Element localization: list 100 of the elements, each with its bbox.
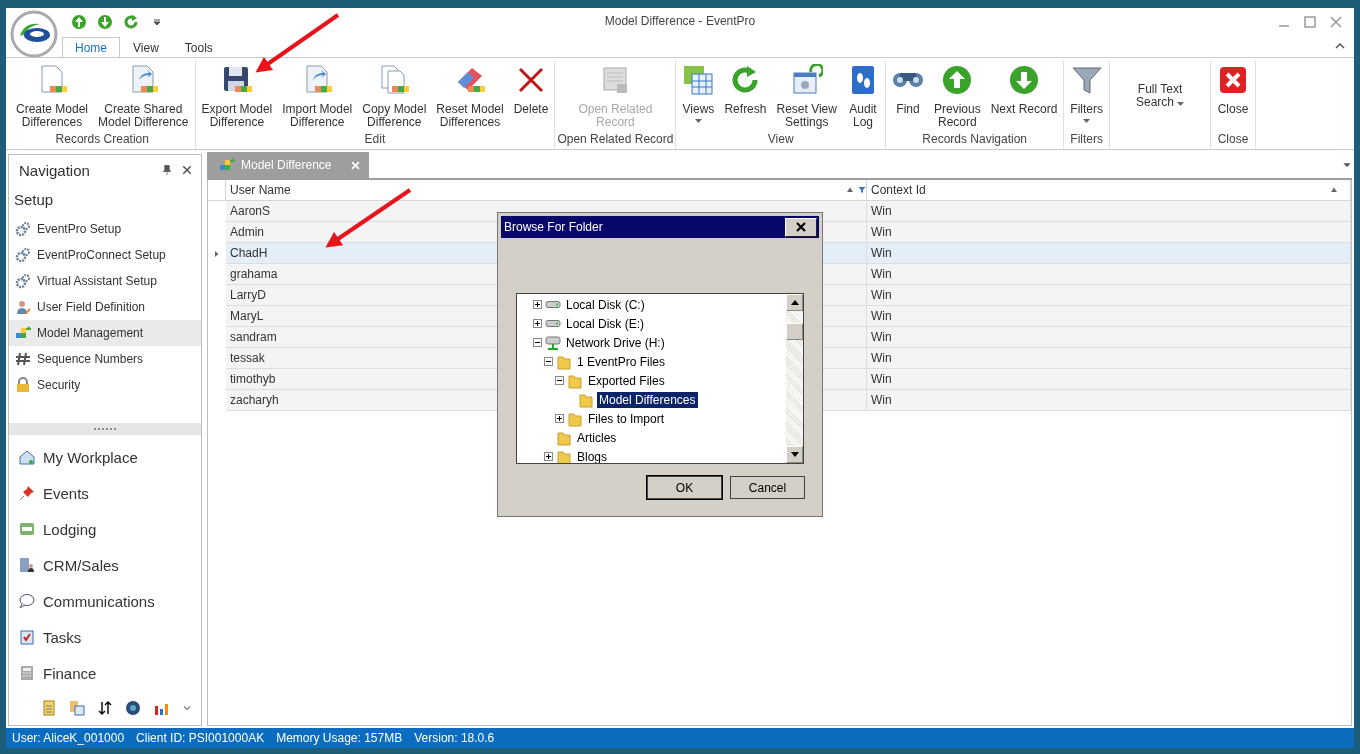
module-link[interactable]: Finance	[43, 664, 97, 682]
folder-tree-item[interactable]: Model Differences	[597, 391, 698, 408]
close-button[interactable]	[785, 217, 817, 237]
nav-item[interactable]: EventProConnect Setup	[9, 242, 201, 268]
scroll-up-button[interactable]	[786, 294, 803, 311]
group-label: Records Navigation	[921, 132, 1028, 148]
building-person-icon	[19, 557, 35, 573]
folder-icon	[556, 448, 572, 463]
ribbon-button[interactable]: Create Shared Model Difference	[94, 60, 193, 132]
ribbon-button[interactable]: Copy Model Difference	[358, 60, 431, 132]
disc-icon[interactable]	[125, 700, 141, 716]
ribbon-button[interactable]: Views	[678, 60, 719, 132]
table-cell: Win	[867, 285, 1351, 306]
collapse-toggle[interactable]	[533, 338, 542, 347]
ribbon-button[interactable]: Delete	[509, 60, 553, 132]
module-link[interactable]: CRM/Sales	[43, 556, 119, 574]
copy-icon	[378, 64, 411, 96]
app-logo[interactable]	[10, 10, 58, 58]
module-link[interactable]: Lodging	[43, 520, 97, 538]
ribbon-button[interactable]: Previous Record	[929, 60, 985, 132]
house-icon	[19, 449, 35, 465]
module-link[interactable]: My Workplace	[43, 448, 138, 466]
expand-toggle[interactable]	[544, 452, 553, 461]
ribbon-button[interactable]: Full Text Search	[1112, 60, 1209, 132]
expand-toggle[interactable]	[533, 319, 542, 328]
refresh-button[interactable]	[122, 13, 140, 31]
table-cell: Win	[867, 306, 1351, 327]
module-link[interactable]: Communications	[43, 592, 155, 610]
nav-item[interactable]: Virtual Assistant Setup	[9, 268, 201, 294]
ribbon-button[interactable]: Export Model Difference	[197, 60, 277, 132]
nav-item-label: Sequence Numbers	[37, 352, 144, 366]
scroll-down-button[interactable]	[786, 446, 803, 463]
row-header-corner	[208, 180, 226, 201]
ribbon-button[interactable]: Refresh	[720, 60, 771, 132]
folder-tree-item[interactable]: 1 EventPro Files	[575, 353, 668, 370]
up-arrow-icon	[790, 300, 799, 305]
ribbon-button[interactable]: Import Model Difference	[278, 60, 357, 132]
nav-item[interactable]: Security	[9, 372, 201, 398]
group-label: Open Related Record	[557, 132, 674, 148]
down-arrow-button[interactable]	[96, 13, 114, 31]
lock-icon	[15, 377, 31, 393]
nav-item[interactable]: User Field Definition	[9, 294, 201, 320]
expand-toggle[interactable]	[533, 300, 542, 309]
group-label: Filters	[1069, 132, 1105, 148]
documents-icon[interactable]	[69, 700, 85, 716]
ribbon-tab[interactable]: Home	[62, 37, 120, 58]
module-link[interactable]: Events	[43, 484, 89, 502]
ribbon-button[interactable]: Create Model Differences	[12, 60, 93, 132]
caret-icon	[153, 18, 161, 26]
sort-arrows-icon[interactable]	[97, 700, 113, 716]
ribbon-button[interactable]: Reset Model Differences	[432, 60, 508, 132]
group-label: Edit	[363, 132, 387, 148]
drive-icon	[545, 301, 561, 308]
nav-item-label: Virtual Assistant Setup	[37, 274, 157, 288]
ribbon-tab[interactable]: View	[120, 37, 172, 58]
nav-item[interactable]: Sequence Numbers	[9, 346, 201, 372]
nav-item[interactable]: EventPro Setup	[9, 216, 201, 242]
folder-tree-item[interactable]: Exported Files	[586, 372, 667, 389]
sort-up-icon	[846, 186, 854, 194]
scroll-thumb[interactable]	[786, 323, 803, 340]
status-text: Client ID: PSI001000AK	[136, 731, 265, 745]
grid-icon	[682, 64, 715, 96]
ribbon-button[interactable]: Close	[1213, 60, 1254, 132]
up-arrow-button[interactable]	[70, 13, 88, 31]
gear-window-icon	[790, 64, 823, 96]
ribbon-button[interactable]: Next Record	[986, 60, 1062, 132]
folder-tree-item[interactable]: Blogs	[575, 448, 610, 463]
ribbon-button[interactable]: Filters	[1066, 60, 1108, 132]
close-icon[interactable]	[181, 164, 193, 176]
ribbon-button[interactable]: Audit Log	[842, 60, 883, 132]
expand-toggle[interactable]	[555, 414, 564, 423]
dropdown-caret-icon	[694, 119, 702, 123]
ribbon-tab[interactable]: Tools	[171, 37, 226, 58]
status-text: User: AliceK_001000	[12, 731, 125, 745]
group-label: Records Creation	[54, 132, 150, 148]
collapse-toggle[interactable]	[544, 357, 553, 366]
hash-icon	[15, 351, 31, 367]
module-link[interactable]: Tasks	[43, 628, 82, 646]
nav-item[interactable]: Model Management	[9, 320, 201, 346]
status-text: Memory Usage: 157MB	[276, 731, 403, 745]
table-cell: Win	[867, 348, 1351, 369]
group-label: Close	[1216, 132, 1250, 148]
funnel-icon	[1070, 64, 1103, 96]
pin-icon[interactable]	[161, 164, 173, 176]
ribbon-button[interactable]: Reset View Settings	[772, 60, 841, 132]
dialog-button[interactable]: OK	[647, 476, 722, 499]
dialog-button[interactable]: Cancel	[730, 476, 805, 499]
folder-tree[interactable]: Local Disk (C:) Local Disk (E:) Network Drive (H:) 1 EventPro Files Exported Files Model Differences Files to Import Articles Blogs	[516, 293, 804, 464]
panel-title: Navigation	[19, 161, 91, 179]
window-title: Model Difference - EventPro	[604, 14, 756, 28]
collapse-toggle[interactable]	[555, 376, 564, 385]
folder-tree-item[interactable]: Network Drive (H:)	[564, 334, 667, 351]
ribbon-button[interactable]: Find	[887, 60, 928, 132]
folder-tree-item[interactable]: Articles	[575, 429, 619, 446]
folder-icon	[578, 391, 594, 408]
scrollbar[interactable]	[786, 294, 803, 463]
folder-tree-item[interactable]: Files to Import	[586, 410, 667, 427]
folder-icon	[567, 410, 583, 427]
down-arrow-icon	[790, 452, 799, 457]
table-cell: Win	[867, 264, 1351, 285]
